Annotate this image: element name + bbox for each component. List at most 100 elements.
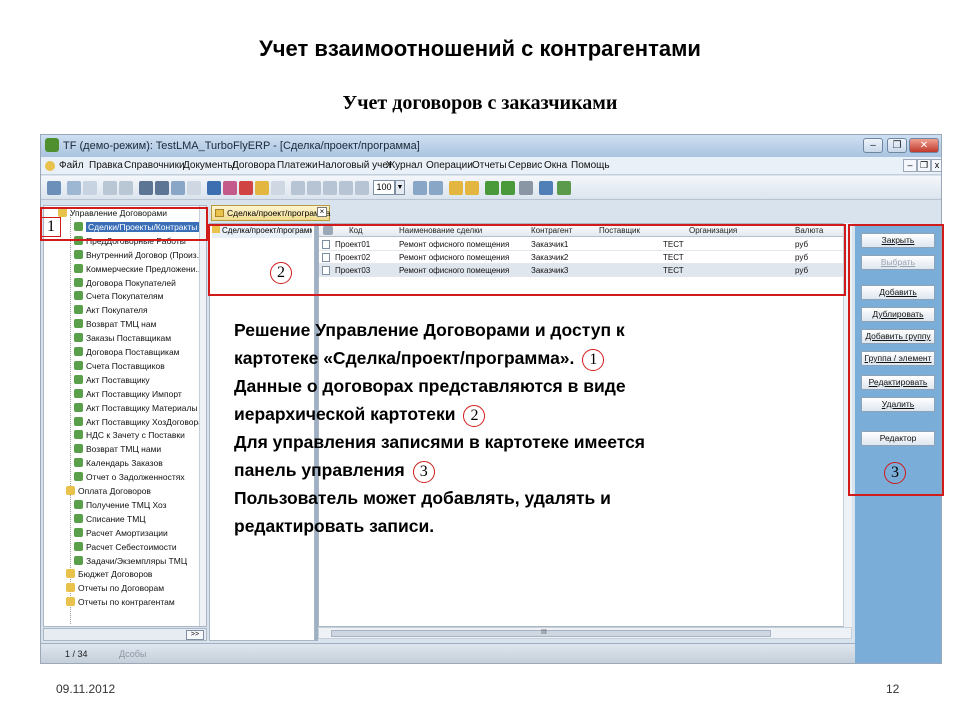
tree-item[interactable]: Заказы Поставщикам [74, 333, 171, 346]
menu-references[interactable]: Справочники [124, 160, 185, 171]
scrollbar-thumb[interactable] [331, 630, 771, 637]
tree-expand-button[interactable]: >> [186, 630, 204, 640]
tree-folder[interactable]: Оплата Договоров [66, 486, 151, 499]
mdi-minimize-button[interactable]: – [903, 159, 917, 172]
settings-icon[interactable] [271, 181, 285, 195]
tree-item[interactable]: Счета Покупателям [74, 291, 164, 304]
menu-payments[interactable]: Платежи [277, 160, 318, 171]
folder-icon [66, 597, 75, 607]
grid-horizontal-scrollbar[interactable]: III [318, 627, 852, 639]
tab-close-button[interactable]: × [317, 207, 327, 217]
menu-documents[interactable]: Документы [183, 160, 235, 171]
arrow-left-icon[interactable] [485, 181, 499, 195]
app-menu-icon[interactable] [45, 161, 55, 171]
tree-item[interactable]: Договора Поставщикам [74, 347, 180, 360]
tree-folder[interactable]: Отчеты по контрагентам [66, 597, 175, 610]
folder-icon[interactable] [449, 181, 463, 195]
menu-tax[interactable]: Налоговый учет [318, 160, 392, 171]
tree-item[interactable]: Задачи/Экземпляры ТМЦ [74, 555, 187, 569]
tree-item[interactable]: Расчет Себестоимости [74, 541, 177, 555]
copy-icon[interactable] [67, 181, 81, 195]
menu-help[interactable]: Помощь [571, 160, 610, 171]
calculator-icon[interactable] [519, 181, 533, 195]
tree-item[interactable]: Получение ТМЦ Хоз [74, 499, 167, 513]
search-icon[interactable] [139, 181, 153, 195]
duplicate-record-icon[interactable] [307, 181, 321, 195]
tree-item[interactable]: Возврат ТМЦ нами [74, 444, 161, 457]
document-icon [74, 388, 83, 398]
tree-item[interactable]: Договора Покупателей [74, 277, 176, 291]
maximize-button[interactable]: ❐ [887, 138, 907, 153]
note-line: панель управления [234, 460, 405, 480]
tree-item[interactable]: Акт Поставщику Импорт [74, 388, 182, 402]
tree-scrollbar[interactable] [199, 206, 206, 626]
tree-item-label: Списание ТМЦ [86, 513, 146, 524]
tree-item-label: Заказы Поставщикам [86, 333, 172, 344]
tree-item[interactable]: НДС к Зачету с Поставки [74, 430, 185, 443]
slide-subtitle: Учет договоров с заказчиками [342, 92, 618, 114]
print-preview-icon[interactable] [119, 181, 133, 195]
refresh-icon[interactable] [187, 181, 201, 195]
menu-file[interactable]: Файл [59, 160, 84, 171]
tree-item[interactable]: Коммерческие Предложени... [74, 263, 203, 277]
menu-windows[interactable]: Окна [544, 160, 567, 171]
search-next-icon[interactable] [155, 181, 169, 195]
tree-item[interactable]: Календарь Заказов [74, 458, 163, 471]
menu-contracts[interactable]: Договора [232, 160, 275, 171]
tree-item[interactable]: Внутренний Договор (Произ... [74, 249, 204, 263]
menu-journal[interactable]: Журнал [386, 160, 423, 171]
status-tag: Дсобы [119, 649, 147, 659]
close-window-button[interactable]: ✕ [909, 138, 939, 153]
check-icon[interactable] [223, 181, 237, 195]
note-line-with-badge: панель управления 3 [234, 456, 794, 484]
new-record-icon[interactable] [291, 181, 305, 195]
menu-reports[interactable]: Отчеты [472, 160, 507, 171]
folder-open-icon[interactable] [465, 181, 479, 195]
arrow-right-icon[interactable] [501, 181, 515, 195]
lock-icon[interactable] [255, 181, 269, 195]
mdi-restore-button[interactable]: ❐ [917, 159, 931, 172]
filter-icon[interactable] [171, 181, 185, 195]
uncheck-icon[interactable] [239, 181, 253, 195]
tree-item[interactable]: Счета Поставщиков [74, 360, 165, 374]
record-counter: 1 / 34 [65, 649, 88, 659]
help-icon[interactable] [539, 181, 553, 195]
tree-item[interactable]: Акт Поставщику ХозДоговора [74, 416, 203, 430]
tree-item[interactable]: Акт Поставщику [74, 374, 150, 388]
mdi-close-button[interactable]: x [931, 159, 941, 172]
tree-footer: >> [43, 628, 207, 641]
home-icon[interactable] [47, 181, 61, 195]
zoom-select[interactable]: 100 [373, 180, 395, 195]
tree-item[interactable]: Возврат ТМЦ нам [74, 319, 156, 332]
tree-folder[interactable]: Бюджет Договоров [66, 569, 152, 582]
document-icon [74, 319, 83, 329]
tree-item[interactable]: Акт Покупателя [74, 305, 148, 318]
document-icon [74, 527, 83, 537]
minimize-button[interactable]: – [863, 138, 883, 153]
tree-item-label: Акт Поставщику [86, 374, 150, 385]
tree-item[interactable]: Отчет о Задолженностях [74, 472, 185, 485]
menu-operations[interactable]: Операции [426, 160, 473, 171]
menu-edit[interactable]: Правка [89, 160, 123, 171]
tab-label: Сделка/проект/программа [227, 208, 331, 218]
document-icon [74, 305, 83, 315]
nav-prev-icon[interactable] [413, 181, 427, 195]
chevron-down-icon[interactable]: ▼ [395, 180, 405, 195]
tree-item[interactable]: Расчет Амортизации [74, 527, 168, 541]
tree-item[interactable]: Акт Поставщику Материалы [74, 402, 198, 416]
tree-folder[interactable]: Отчеты по Договорам [66, 583, 164, 596]
tree-item-label: Получение ТМЦ Хоз [86, 499, 167, 510]
tree-item-label: Внутренний Договор (Произ... [86, 249, 204, 260]
approve-icon[interactable] [323, 181, 337, 195]
tab-deal-project[interactable]: Сделка/проект/программа [211, 205, 330, 221]
nav-next-icon[interactable] [429, 181, 443, 195]
delete-record-icon[interactable] [355, 181, 369, 195]
exit-icon[interactable] [557, 181, 571, 195]
cancel-icon[interactable] [339, 181, 353, 195]
note-line: редактировать записи. [234, 516, 435, 536]
chart-icon[interactable] [207, 181, 221, 195]
tree-item[interactable]: Списание ТМЦ [74, 513, 146, 527]
menu-service[interactable]: Сервис [508, 160, 542, 171]
print-icon[interactable] [103, 181, 117, 195]
paste-icon[interactable] [83, 181, 97, 195]
